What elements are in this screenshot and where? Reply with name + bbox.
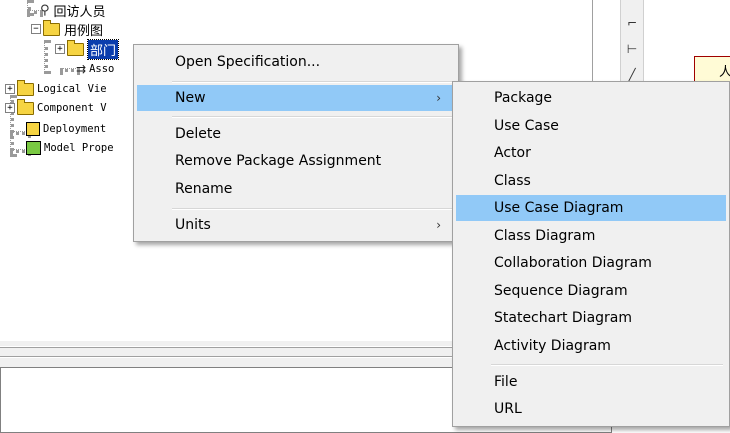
menu-item-label: Statechart Diagram: [494, 310, 633, 326]
menu-item-label: Actor: [494, 145, 531, 161]
model-properties-icon: [26, 141, 41, 155]
menu-item-units[interactable]: Units ›: [137, 212, 455, 238]
submenu-item-collaboration-diagram[interactable]: Collaboration Diagram: [456, 250, 726, 276]
menu-item-label: New: [175, 90, 206, 106]
submenu-item-class[interactable]: Class: [456, 168, 726, 194]
menu-item-label: Collaboration Diagram: [494, 255, 652, 271]
collapse-icon[interactable]: −: [31, 24, 41, 34]
menu-item-new[interactable]: New ›: [137, 85, 455, 111]
submenu-arrow-icon: ›: [436, 91, 441, 105]
new-submenu: Package Use Case Actor Class Use Case Di…: [452, 81, 730, 427]
tree-item-component-view[interactable]: + Component V: [5, 98, 107, 117]
submenu-item-url[interactable]: URL: [456, 396, 726, 422]
menu-item-label: Units: [175, 217, 211, 233]
menu-item-label: Package: [494, 90, 553, 106]
deployment-icon: [26, 122, 40, 136]
menu-item-label: File: [494, 374, 518, 390]
menu-separator: [172, 208, 452, 210]
anchor-note-icon[interactable]: ⌐: [623, 14, 641, 32]
submenu-item-file[interactable]: File: [456, 369, 726, 395]
menu-item-label: Delete: [175, 126, 221, 142]
menu-item-label: Sequence Diagram: [494, 283, 628, 299]
tree-item-deployment[interactable]: Deployment: [26, 120, 106, 138]
tree-item-label: 回访人员: [53, 4, 106, 20]
menu-separator: [172, 116, 452, 118]
submenu-item-sequence-diagram[interactable]: Sequence Diagram: [456, 278, 726, 304]
submenu-item-statechart-diagram[interactable]: Statechart Diagram: [456, 305, 726, 331]
tree-item-label: Asso: [89, 63, 115, 75]
tree-item-model-properties[interactable]: Model Prope: [26, 139, 114, 157]
tree-item-label-selected: 部门: [86, 38, 120, 60]
diagram-element-label: 人: [719, 65, 730, 80]
menu-item-delete[interactable]: Delete: [137, 121, 455, 147]
actor-icon: ⚲: [40, 2, 50, 18]
folder-icon: [17, 79, 34, 96]
tree-item-association[interactable]: ⇉ Asso: [76, 60, 114, 78]
menu-item-label: Use Case Diagram: [494, 200, 624, 216]
menu-item-label: Class: [494, 173, 531, 189]
association-tool-icon[interactable]: ⊢: [623, 40, 641, 58]
submenu-item-class-diagram[interactable]: Class Diagram: [456, 223, 726, 249]
menu-item-label: URL: [494, 401, 522, 417]
submenu-item-activity-diagram[interactable]: Activity Diagram: [456, 333, 726, 359]
submenu-item-use-case-diagram[interactable]: Use Case Diagram: [456, 195, 726, 221]
tree-item-department[interactable]: + 部门: [55, 38, 120, 60]
menu-separator: [172, 81, 452, 83]
menu-item-label: Activity Diagram: [494, 338, 611, 354]
expand-icon[interactable]: +: [5, 103, 15, 113]
folder-icon: [67, 39, 84, 56]
tree-item-label: Logical Vie: [37, 83, 107, 95]
menu-item-label: Open Specification...: [175, 54, 321, 70]
expand-icon[interactable]: +: [5, 84, 15, 94]
tree-item-use-case-view[interactable]: − 用例图: [31, 19, 104, 39]
folder-icon: [17, 98, 34, 115]
tree-item-label: Model Prope: [44, 142, 114, 154]
menu-item-label: Use Case: [494, 118, 559, 134]
menu-separator: [491, 364, 723, 366]
association-icon: ⇉: [76, 62, 87, 76]
context-menu: Open Specification... New › Delete Remov…: [133, 44, 459, 242]
tree-item-label: Component V: [37, 102, 107, 114]
submenu-item-actor[interactable]: Actor: [456, 140, 726, 166]
tree-item-logical-view[interactable]: + Logical Vie: [5, 79, 107, 98]
tree-item-label: Deployment: [43, 123, 107, 135]
submenu-arrow-icon: ›: [436, 218, 441, 232]
submenu-item-use-case[interactable]: Use Case: [456, 113, 726, 139]
menu-item-rename[interactable]: Rename: [137, 176, 455, 202]
folder-icon: [43, 19, 60, 36]
menu-item-open-specification[interactable]: Open Specification...: [137, 49, 455, 75]
expand-icon[interactable]: +: [55, 44, 65, 54]
menu-item-label: Remove Package Assignment: [175, 153, 382, 169]
submenu-item-package[interactable]: Package: [456, 85, 726, 111]
tree-item-label: 用例图: [64, 23, 104, 39]
menu-item-label: Rename: [175, 181, 233, 197]
menu-item-label: Class Diagram: [494, 228, 596, 244]
tree-item-visitor[interactable]: ⚲ 回访人员: [40, 1, 106, 20]
menu-item-remove-package-assignment[interactable]: Remove Package Assignment: [137, 148, 455, 174]
tree-connector: [44, 40, 48, 74]
